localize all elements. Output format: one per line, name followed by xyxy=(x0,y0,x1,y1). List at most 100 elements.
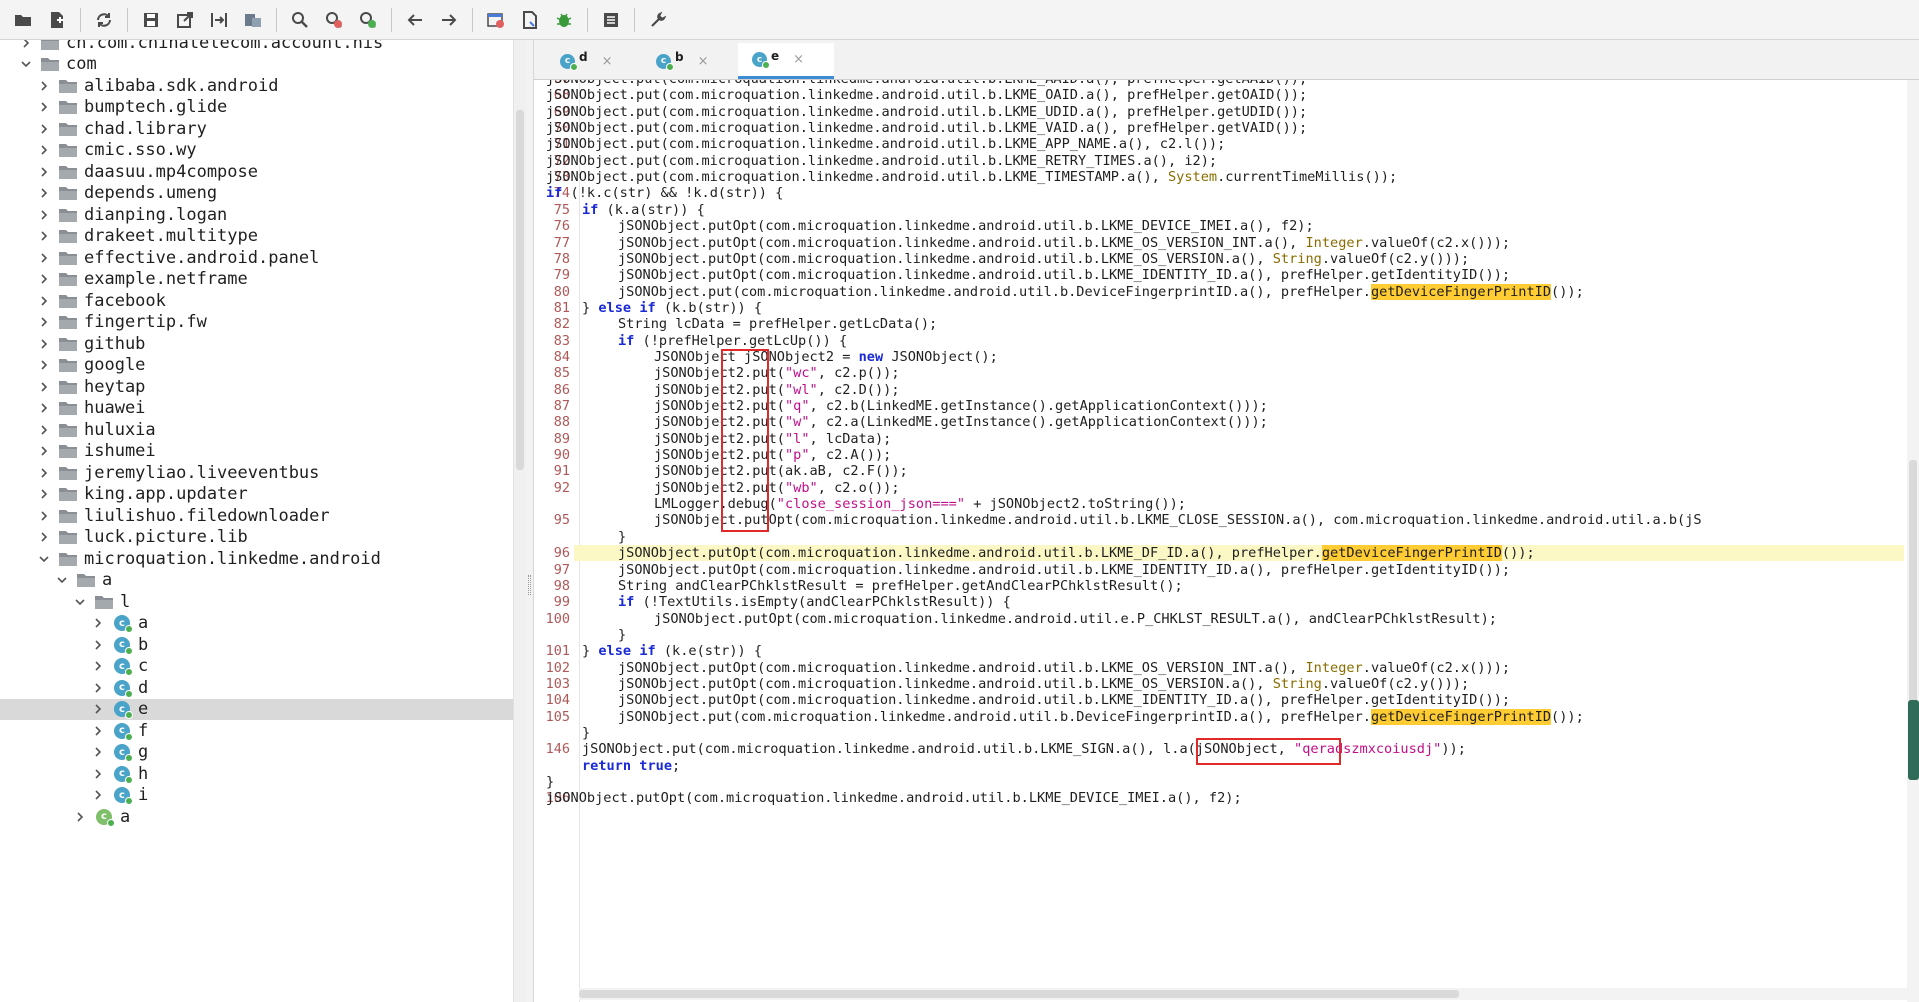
close-icon[interactable]: × xyxy=(793,52,804,67)
tree-class-item[interactable]: cg xyxy=(0,742,513,764)
chevron-right-icon[interactable] xyxy=(18,40,34,51)
chevron-right-icon[interactable] xyxy=(36,336,52,352)
close-icon[interactable]: × xyxy=(698,54,709,69)
decompile-button[interactable] xyxy=(517,7,543,33)
back-arrow-button[interactable] xyxy=(402,7,428,33)
sync-button[interactable] xyxy=(91,7,117,33)
log-button[interactable] xyxy=(598,7,624,33)
chevron-right-icon[interactable] xyxy=(36,228,52,244)
chevron-right-icon[interactable] xyxy=(36,99,52,115)
chevron-right-icon[interactable] xyxy=(36,293,52,309)
side-panel-handle[interactable] xyxy=(1908,700,1919,780)
editor-vertical-scrollbar[interactable] xyxy=(1907,80,1919,1002)
tree-package-item[interactable]: drakeet.multitype xyxy=(0,226,513,248)
tree-package-item[interactable]: cn.com.chinatelecom.account.nis xyxy=(0,40,513,54)
tab-class-b[interactable]: c b × xyxy=(642,43,738,79)
tree-package-item[interactable]: chad.library xyxy=(0,118,513,140)
chevron-right-icon[interactable] xyxy=(90,701,106,717)
tree-package-item[interactable]: luck.picture.lib xyxy=(0,527,513,549)
tree-package-item[interactable]: github xyxy=(0,333,513,355)
search-usage-button[interactable] xyxy=(355,7,381,33)
tree-class-item[interactable]: ca xyxy=(0,806,513,828)
chevron-down-icon[interactable] xyxy=(18,56,34,72)
tree-package-item[interactable]: effective.android.panel xyxy=(0,247,513,269)
chevron-right-icon[interactable] xyxy=(36,207,52,223)
chevron-right-icon[interactable] xyxy=(36,508,52,524)
open-folder-button[interactable] xyxy=(10,7,36,33)
chevron-down-icon[interactable] xyxy=(54,572,70,588)
splitter-grip[interactable] xyxy=(528,575,531,595)
chevron-right-icon[interactable] xyxy=(72,809,88,825)
tree-class-item[interactable]: cd xyxy=(0,677,513,699)
tree-package-item[interactable]: fingertip.fw xyxy=(0,312,513,334)
tree-class-item[interactable]: cb xyxy=(0,634,513,656)
chevron-right-icon[interactable] xyxy=(36,379,52,395)
close-icon[interactable]: × xyxy=(602,54,613,69)
tree-class-item[interactable]: ci xyxy=(0,785,513,807)
chevron-right-icon[interactable] xyxy=(36,529,52,545)
tree-package-item[interactable]: facebook xyxy=(0,290,513,312)
search-class-button[interactable] xyxy=(321,7,347,33)
tree-package-item[interactable]: microquation.linkedme.android xyxy=(0,548,513,570)
chevron-right-icon[interactable] xyxy=(36,400,52,416)
tree-package-item[interactable]: liulishuo.filedownloader xyxy=(0,505,513,527)
chevron-right-icon[interactable] xyxy=(36,422,52,438)
flatten-button[interactable] xyxy=(206,7,232,33)
tree-class-item[interactable]: ca xyxy=(0,613,513,635)
chevron-right-icon[interactable] xyxy=(90,723,106,739)
tree-package-item[interactable]: depends.umeng xyxy=(0,183,513,205)
deobfuscate-button[interactable] xyxy=(483,7,509,33)
chevron-right-icon[interactable] xyxy=(36,78,52,94)
preferences-button[interactable] xyxy=(645,7,671,33)
tree-package-item[interactable]: cmic.sso.wy xyxy=(0,140,513,162)
packages-button[interactable] xyxy=(240,7,266,33)
panel-splitter[interactable] xyxy=(526,40,534,1002)
chevron-down-icon[interactable] xyxy=(72,594,88,610)
tree-package-item[interactable]: huawei xyxy=(0,398,513,420)
chevron-right-icon[interactable] xyxy=(90,787,106,803)
tree-package-item[interactable]: example.netframe xyxy=(0,269,513,291)
tree-class-item[interactable]: ch xyxy=(0,763,513,785)
editor-hscroll-thumb[interactable] xyxy=(579,990,1459,998)
chevron-right-icon[interactable] xyxy=(90,658,106,674)
tree-scrollbar-thumb[interactable] xyxy=(516,110,524,470)
tree-package-item[interactable]: huluxia xyxy=(0,419,513,441)
tree-package-item[interactable]: google xyxy=(0,355,513,377)
chevron-right-icon[interactable] xyxy=(36,250,52,266)
tree-scrollbar[interactable] xyxy=(513,40,526,1002)
add-file-button[interactable] xyxy=(44,7,70,33)
chevron-right-icon[interactable] xyxy=(36,185,52,201)
chevron-right-icon[interactable] xyxy=(36,314,52,330)
tree-class-item[interactable]: ce xyxy=(0,698,513,720)
tree-class-item[interactable]: cc xyxy=(0,656,513,678)
chevron-right-icon[interactable] xyxy=(36,443,52,459)
search-button[interactable] xyxy=(287,7,313,33)
tree-package-item[interactable]: alibaba.sdk.android xyxy=(0,75,513,97)
tree-package-item[interactable]: jeremyliao.liveeventbus xyxy=(0,462,513,484)
tree-package-item[interactable]: king.app.updater xyxy=(0,484,513,506)
chevron-right-icon[interactable] xyxy=(36,465,52,481)
chevron-right-icon[interactable] xyxy=(90,766,106,782)
tree-package-item[interactable]: l xyxy=(0,591,513,613)
chevron-right-icon[interactable] xyxy=(36,142,52,158)
tree-package-item[interactable]: com xyxy=(0,54,513,76)
chevron-right-icon[interactable] xyxy=(90,680,106,696)
tree-package-item[interactable]: ishumei xyxy=(0,441,513,463)
tree-package-item[interactable]: dianping.logan xyxy=(0,204,513,226)
chevron-right-icon[interactable] xyxy=(90,615,106,631)
chevron-right-icon[interactable] xyxy=(36,486,52,502)
tree-class-item[interactable]: cf xyxy=(0,720,513,742)
editor-horizontal-scrollbar[interactable] xyxy=(579,988,1909,1000)
tab-class-e[interactable]: c e × xyxy=(738,43,834,79)
chevron-right-icon[interactable] xyxy=(36,121,52,137)
forward-arrow-button[interactable] xyxy=(436,7,462,33)
save-button[interactable] xyxy=(138,7,164,33)
chevron-down-icon[interactable] xyxy=(36,551,52,567)
export-button[interactable] xyxy=(172,7,198,33)
chevron-right-icon[interactable] xyxy=(90,744,106,760)
tree-package-item[interactable]: daasuu.mp4compose xyxy=(0,161,513,183)
chevron-right-icon[interactable] xyxy=(36,271,52,287)
tree-package-item[interactable]: bumptech.glide xyxy=(0,97,513,119)
chevron-right-icon[interactable] xyxy=(90,637,106,653)
tree-package-item[interactable]: heytap xyxy=(0,376,513,398)
